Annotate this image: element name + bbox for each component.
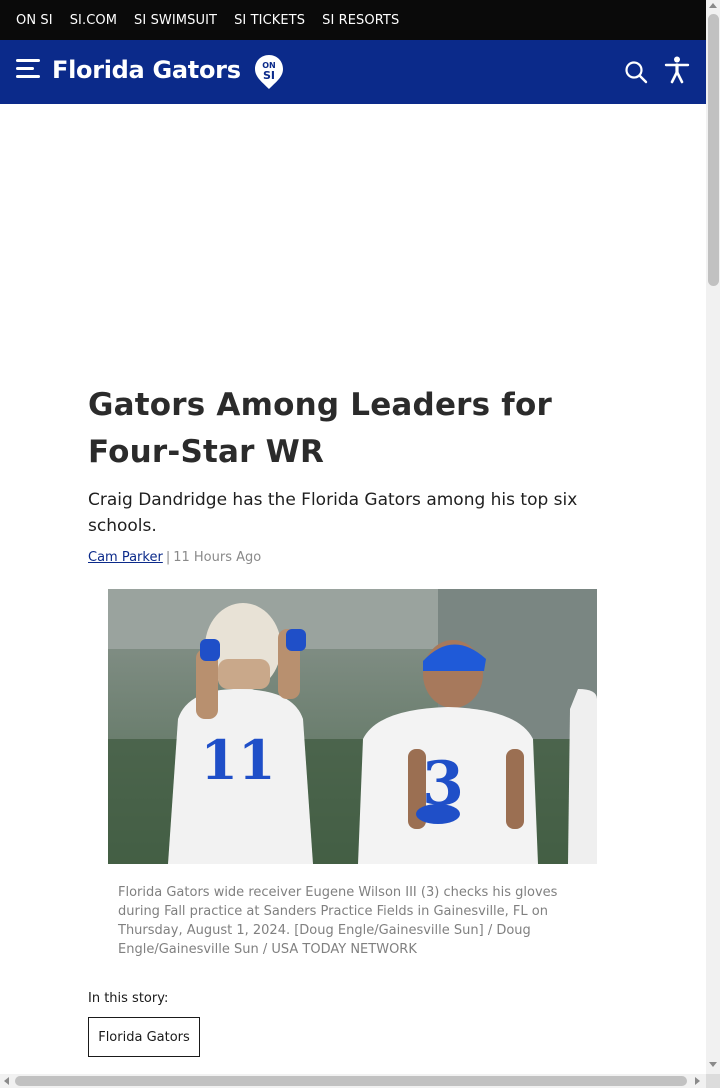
topnav-link-si-com[interactable]: SI.COM <box>70 13 117 28</box>
hamburger-menu-icon[interactable] <box>16 56 42 82</box>
vertical-scroll-thumb[interactable] <box>708 14 719 286</box>
scroll-down-arrow-icon[interactable] <box>709 1062 717 1067</box>
site-header: Florida Gators ON SI <box>0 40 706 104</box>
article-timestamp: 11 Hours Ago <box>173 550 262 565</box>
article-hero-photo: 11 3 <box>108 589 597 864</box>
author-link[interactable]: Cam Parker <box>88 550 163 565</box>
on-si-badge-icon: ON SI <box>255 55 283 89</box>
topnav-link-si-tickets[interactable]: SI TICKETS <box>234 13 305 28</box>
topnav-link-si-resorts[interactable]: SI RESORTS <box>322 13 399 28</box>
horizontal-scroll-thumb[interactable] <box>15 1076 687 1086</box>
svg-text:11: 11 <box>200 728 275 792</box>
article-headline: Gators Among Leaders for Four-Star WR <box>88 387 552 470</box>
story-tags-label: In this story: <box>88 991 169 1006</box>
article-byline: Cam Parker | 11 Hours Ago <box>88 549 261 567</box>
accessibility-icon[interactable] <box>664 56 690 84</box>
scroll-left-arrow-icon[interactable] <box>4 1077 9 1085</box>
search-icon[interactable] <box>624 60 648 84</box>
scrollbar-corner <box>706 1074 720 1088</box>
scroll-right-arrow-icon[interactable] <box>695 1077 700 1085</box>
article-subheadline: Craig Dandridge has the Florida Gators a… <box>88 490 578 536</box>
topnav-link-si-swimsuit[interactable]: SI SWIMSUIT <box>134 13 217 28</box>
svg-text:SI: SI <box>263 69 275 82</box>
byline-separator: | <box>165 550 171 565</box>
topnav-link-on-si[interactable]: ON SI <box>16 13 53 28</box>
site-logo[interactable]: Florida Gators <box>52 52 241 88</box>
scroll-up-arrow-icon[interactable] <box>709 3 717 8</box>
photo-caption: Florida Gators wide receiver Eugene Wils… <box>118 885 558 957</box>
ad-slot <box>0 104 706 364</box>
story-tag-florida-gators[interactable]: Florida Gators <box>88 1017 200 1057</box>
network-bar: ON SI SI.COM SI SWIMSUIT SI TICKETS SI R… <box>0 0 706 40</box>
